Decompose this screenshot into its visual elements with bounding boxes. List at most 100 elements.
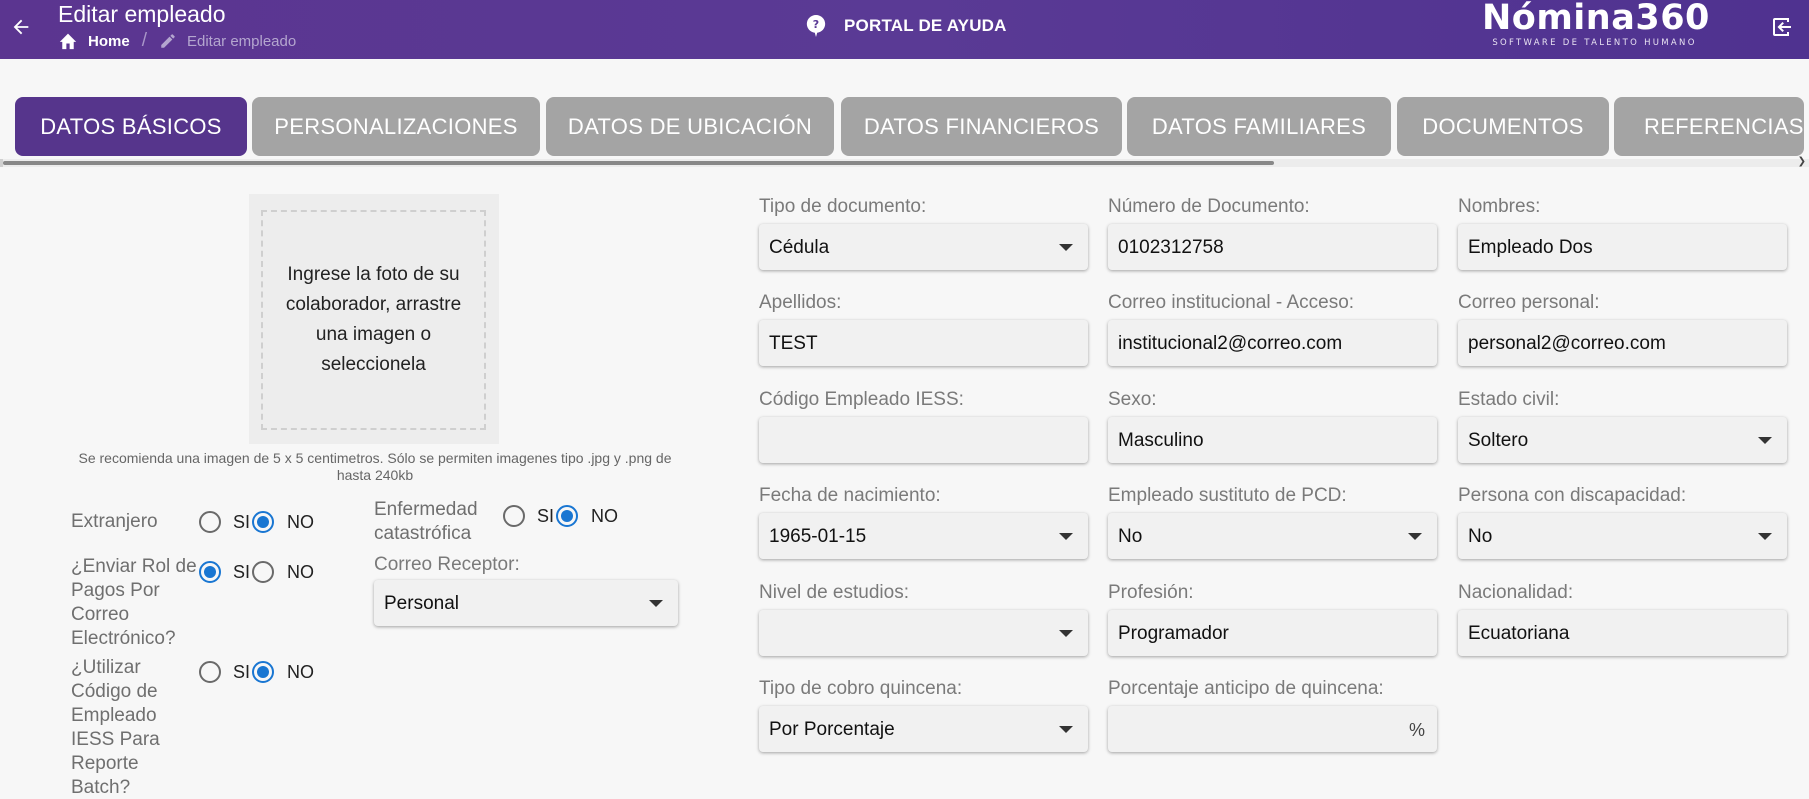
enviar-rol-label: ¿Enviar Rol de Pagos Por Correo Electrón… <box>71 556 197 649</box>
breadcrumb-home-label: Home <box>88 32 130 50</box>
correo-institucional-value: institucional2@correo.com <box>1118 333 1343 354</box>
nombres-input[interactable]: Empleado Dos <box>1458 224 1787 270</box>
correo-receptor-label: Correo Receptor: <box>374 554 520 575</box>
dropdown-caret-icon <box>1758 437 1772 444</box>
enfermedad-no-radio[interactable] <box>556 505 578 527</box>
enviar-rol-si-radio[interactable] <box>199 561 221 583</box>
extranjero-no-radio[interactable] <box>252 511 274 533</box>
top-app-bar: Editar empleado Home / Editar empleado ?… <box>0 0 1809 59</box>
tipo-documento-value: Cédula <box>769 237 830 258</box>
dropdown-caret-icon <box>1408 533 1422 540</box>
dropdown-caret-icon <box>1059 244 1073 251</box>
enfermedad-label: Enfermedad catastrófica <box>374 499 478 544</box>
extranjero-si-label: SI <box>233 512 251 532</box>
discapacidad-label: Persona con discapacidad: <box>1458 485 1687 506</box>
enviar-rol-no-label: NO <box>287 562 314 582</box>
enviar-rol-si-label: SI <box>233 562 251 582</box>
scroll-right-arrow-icon[interactable]: ❯ <box>1798 156 1806 167</box>
numero-documento-input[interactable]: 0102312758 <box>1108 224 1437 270</box>
back-arrow-icon[interactable] <box>6 12 36 42</box>
utilizar-codigo-no-label: NO <box>287 662 314 682</box>
help-icon: ? <box>806 15 826 37</box>
nacionalidad-value: Ecuatoriana <box>1468 623 1570 644</box>
breadcrumb-home-link[interactable]: Home <box>58 32 130 50</box>
nombres-value: Empleado Dos <box>1468 237 1593 258</box>
tipo-documento-select[interactable]: Cédula <box>759 224 1088 270</box>
enviar-rol-no-radio[interactable] <box>252 561 274 583</box>
utilizar-codigo-label: ¿Utilizar Código de Empleado IESS Para R… <box>71 657 160 798</box>
sexo-value: Masculino <box>1118 430 1204 451</box>
codigo-iess-label: Código Empleado IESS: <box>759 389 964 410</box>
utilizar-codigo-si-radio[interactable] <box>199 661 221 683</box>
utilizar-codigo-si-label: SI <box>233 662 251 682</box>
photo-hint: Se recomienda una imagen de 5 x 5 centim… <box>78 450 672 483</box>
sexo-label: Sexo: <box>1108 389 1157 410</box>
scrollbar-thumb[interactable] <box>3 161 1274 165</box>
tab-scrollbar[interactable]: ❯ <box>0 156 1809 167</box>
logo: Nómina360 SOFTWARE DE TALENTO HUMANO <box>1482 0 1709 48</box>
profesion-value: Programador <box>1118 623 1229 644</box>
discapacidad-value: No <box>1468 526 1493 547</box>
profesion-input[interactable]: Programador <box>1108 610 1437 656</box>
correo-personal-value: personal2@correo.com <box>1468 333 1666 354</box>
codigo-iess-input[interactable] <box>759 417 1088 463</box>
apellidos-label: Apellidos: <box>759 292 842 313</box>
sustituto-pcd-select[interactable]: No <box>1108 513 1437 559</box>
svg-text:?: ? <box>813 18 819 31</box>
tipo-cobro-select[interactable]: Por Porcentaje <box>759 706 1088 752</box>
dropdown-caret-icon <box>649 600 663 607</box>
nacionalidad-input[interactable]: Ecuatoriana <box>1458 610 1787 656</box>
utilizar-codigo-no-radio[interactable] <box>252 661 274 683</box>
correo-receptor-value: Personal <box>384 593 459 614</box>
correo-personal-label: Correo personal: <box>1458 292 1600 313</box>
nivel-estudios-select[interactable] <box>759 610 1088 656</box>
page-title: Editar empleado <box>58 1 226 27</box>
help-portal-button[interactable]: ? PORTAL DE AYUDA <box>805 14 1007 38</box>
correo-receptor-select[interactable]: Personal <box>374 580 678 626</box>
extranjero-label: Extranjero <box>71 511 158 532</box>
tab-datos-ubicacion[interactable]: DATOS DE UBICACIÓN <box>546 97 834 156</box>
apellidos-input[interactable]: TEST <box>759 320 1088 366</box>
nombres-label: Nombres: <box>1458 196 1541 217</box>
tab-referencias[interactable]: REFERENCIAS <box>1614 97 1804 156</box>
profesion-label: Profesión: <box>1108 582 1194 603</box>
sustituto-pcd-label: Empleado sustituto de PCD: <box>1108 485 1347 506</box>
extranjero-si-radio[interactable] <box>199 511 221 533</box>
tab-documentos[interactable]: DOCUMENTOS <box>1397 97 1609 156</box>
discapacidad-select[interactable]: No <box>1458 513 1787 559</box>
nacionalidad-label: Nacionalidad: <box>1458 582 1574 603</box>
enfermedad-si-radio[interactable] <box>503 505 525 527</box>
tab-bar: DATOS BÁSICOS PERSONALIZACIONES DATOS DE… <box>0 95 1809 157</box>
breadcrumb: Home / Editar empleado <box>58 30 296 52</box>
logout-icon[interactable] <box>1768 13 1796 41</box>
enfermedad-no-label: NO <box>591 506 618 526</box>
estado-civil-value: Soltero <box>1468 430 1529 451</box>
logo-subtitle: SOFTWARE DE TALENTO HUMANO <box>1492 38 1697 48</box>
estado-civil-select[interactable]: Soltero <box>1458 417 1787 463</box>
fecha-nacimiento-value: 1965-01-15 <box>769 526 867 547</box>
sexo-input[interactable]: Masculino <box>1108 417 1437 463</box>
tipo-cobro-value: Por Porcentaje <box>769 719 895 740</box>
breadcrumb-current: Editar empleado <box>159 32 296 50</box>
fecha-nacimiento-select[interactable]: 1965-01-15 <box>759 513 1088 559</box>
correo-personal-input[interactable]: personal2@correo.com <box>1458 320 1787 366</box>
breadcrumb-separator: / <box>141 30 147 51</box>
numero-documento-label: Número de Documento: <box>1108 196 1310 217</box>
tab-datos-financieros[interactable]: DATOS FINANCIEROS <box>841 97 1122 156</box>
tab-datos-basicos[interactable]: DATOS BÁSICOS <box>15 97 247 156</box>
extranjero-no-label: NO <box>287 512 314 532</box>
dropdown-caret-icon <box>1758 533 1772 540</box>
percent-suffix: % <box>1408 720 1425 740</box>
fecha-nacimiento-label: Fecha de nacimiento: <box>759 485 941 506</box>
breadcrumb-current-label: Editar empleado <box>186 32 297 50</box>
nivel-estudios-label: Nivel de estudios: <box>759 582 909 603</box>
estado-civil-label: Estado civil: <box>1458 389 1560 410</box>
dropdown-caret-icon <box>1059 726 1073 733</box>
tab-datos-familiares[interactable]: DATOS FAMILIARES <box>1127 97 1391 156</box>
help-portal-label: PORTAL DE AYUDA <box>844 16 1007 35</box>
photo-dropzone[interactable]: Ingrese la foto de su colaborador, arras… <box>261 210 486 430</box>
photo-upload-area[interactable]: Ingrese la foto de su colaborador, arras… <box>249 194 499 444</box>
porcentaje-anticipo-input[interactable]: % <box>1108 706 1437 752</box>
tab-personalizaciones[interactable]: PERSONALIZACIONES <box>252 97 540 156</box>
correo-institucional-input[interactable]: institucional2@correo.com <box>1108 320 1437 366</box>
